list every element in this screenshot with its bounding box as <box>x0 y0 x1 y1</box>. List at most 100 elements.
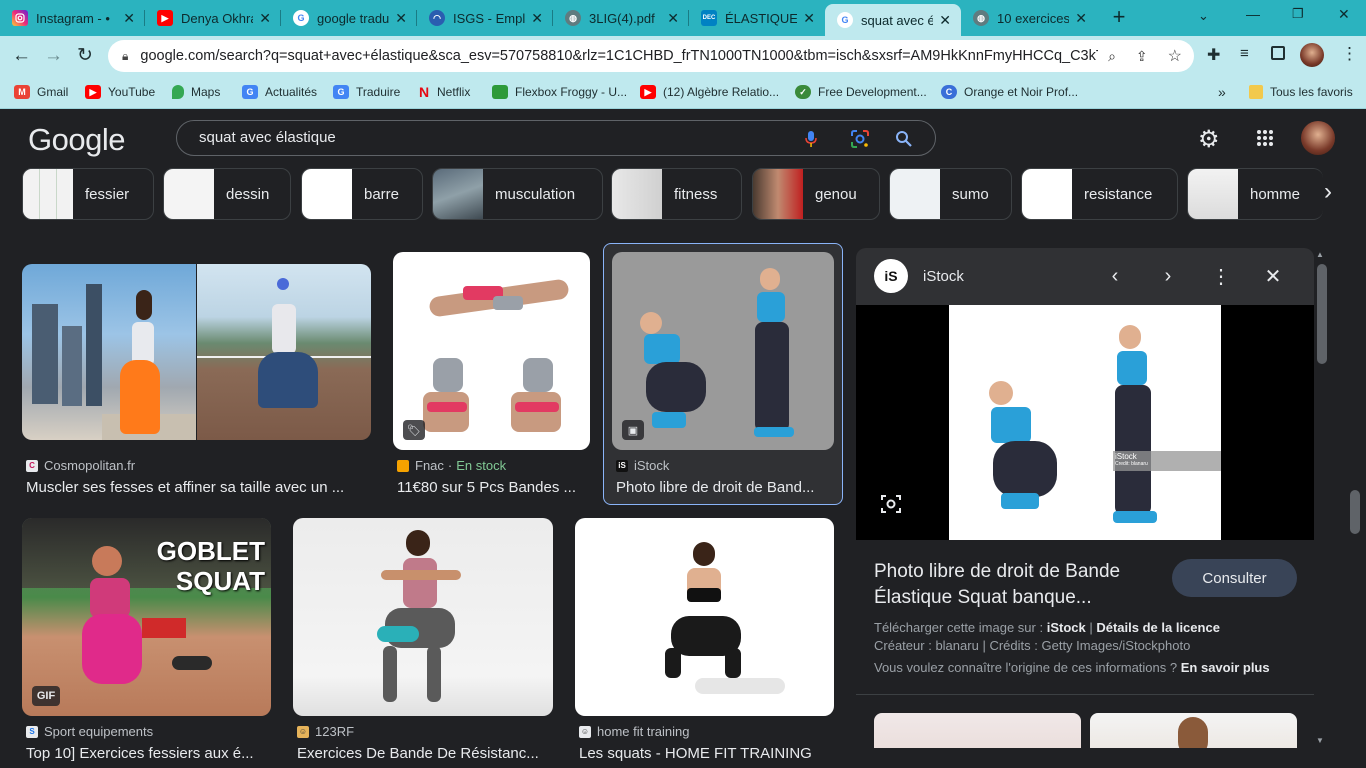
google-logo[interactable]: Google <box>28 122 125 158</box>
download-site-link[interactable]: iStock <box>1047 620 1086 635</box>
extensions-icon[interactable]: ✚ <box>1207 45 1220 65</box>
bookmark-canva[interactable]: C Orange et Noir Prof... <box>941 82 1078 102</box>
previous-chevron-icon[interactable]: ‹ <box>1103 264 1127 288</box>
bookmark-youtube[interactable]: ▶ YouTube <box>85 82 155 102</box>
new-tab-button[interactable]: + <box>1108 6 1130 28</box>
result-image[interactable] <box>22 264 371 440</box>
side-panel-icon[interactable] <box>1271 46 1285 60</box>
tab-google-translate[interactable]: G google tradu ✕ <box>281 4 417 32</box>
close-tab-icon[interactable]: ✕ <box>395 10 407 27</box>
result-source[interactable]: ☺ home fit training <box>579 724 690 739</box>
close-panel-icon[interactable]: ✕ <box>1261 264 1285 288</box>
bookmark-flexbox-froggy[interactable]: Flexbox Froggy - U... <box>492 82 627 102</box>
result-title[interactable]: Exercices De Bande De Résistanc... <box>297 745 553 762</box>
result-image[interactable] <box>575 518 834 716</box>
chip-sumo[interactable]: sumo <box>889 168 1012 220</box>
result-source[interactable]: ☺ 123RF <box>297 724 354 739</box>
account-avatar[interactable] <box>1301 121 1335 155</box>
bookmark-actualites[interactable]: G Actualités <box>242 82 317 102</box>
tab-isgs[interactable]: ◠ ISGS - Empl ✕ <box>417 4 553 32</box>
result-card[interactable]: ☺ 123RF Exercices De Bande De Résistanc..… <box>293 518 553 768</box>
related-image[interactable] <box>1090 713 1297 748</box>
istock-logo[interactable]: iS <box>874 259 908 293</box>
panel-title[interactable]: Photo libre de droit de Bande Élastique … <box>874 559 1164 611</box>
more-bookmarks-icon[interactable]: » <box>1218 82 1226 102</box>
result-source[interactable]: C Cosmopolitan.fr <box>26 458 135 473</box>
chips-next-chevron-icon[interactable]: › <box>1324 178 1332 206</box>
media-queue-icon[interactable]: ≡ <box>1240 45 1249 62</box>
tab-decathlon[interactable]: DEC ÉLASTIQUE ✕ <box>689 4 825 32</box>
chip-barre[interactable]: barre <box>301 168 423 220</box>
bookmark-maps[interactable]: Maps <box>172 82 220 102</box>
result-card[interactable]: GOBLET SQUAT GIF S Sport equipements Top … <box>22 518 272 768</box>
bookmark-free-development[interactable]: ✓ Free Development... <box>795 82 927 102</box>
url-text[interactable]: google.com/search?q=squat+avec+élastique… <box>140 48 1098 64</box>
close-tab-icon[interactable]: ✕ <box>803 10 815 27</box>
bookmark-netflix[interactable]: N Netflix <box>418 82 470 102</box>
bookmark-traduire[interactable]: G Traduire <box>333 82 400 102</box>
minimize-icon[interactable]: — <box>1246 6 1260 22</box>
microphone-icon[interactable] <box>805 130 817 148</box>
apps-grid-icon[interactable] <box>1256 129 1274 147</box>
close-tab-icon[interactable]: ✕ <box>667 10 679 27</box>
chip-genou[interactable]: genou <box>752 168 880 220</box>
close-tab-icon[interactable]: ✕ <box>531 10 543 27</box>
result-title[interactable]: 11€80 sur 5 Pcs Bandes ... <box>397 479 590 496</box>
result-card-selected[interactable]: ▣ iS iStock Photo libre de droit de Band.… <box>603 243 843 505</box>
search-box[interactable]: squat avec élastique <box>176 120 936 156</box>
result-source[interactable]: iS iStock <box>616 458 669 473</box>
result-card[interactable]: 🏷︎ Fnac · En stock 11€80 sur 5 Pcs Bandes … <box>393 252 590 502</box>
bookmark-gmail[interactable]: M Gmail <box>14 82 68 102</box>
more-options-icon[interactable]: ⋮ <box>1209 264 1233 288</box>
reload-icon[interactable]: ↻ <box>77 44 93 67</box>
tab-exercices[interactable]: ◍ 10 exercices ✕ <box>961 4 1097 32</box>
page-scrollbar-thumb[interactable] <box>1350 490 1360 534</box>
close-tab-icon[interactable]: ✕ <box>123 10 135 27</box>
result-title[interactable]: Top 10] Exercices fessiers aux é... <box>26 745 268 762</box>
close-tab-icon[interactable]: ✕ <box>939 12 951 29</box>
tab-youtube[interactable]: ▶ Denya Okhra ✕ <box>145 4 281 32</box>
chip-dessin[interactable]: dessin <box>163 168 291 220</box>
chip-resistance[interactable]: resistance <box>1021 168 1178 220</box>
settings-gear-icon[interactable]: ⚙ <box>1198 125 1220 154</box>
zoom-icon[interactable]: ⌕ <box>1108 48 1116 65</box>
panel-scrollbar-thumb[interactable] <box>1317 264 1327 364</box>
result-image[interactable]: 🏷︎ <box>393 252 590 450</box>
profile-avatar[interactable] <box>1300 43 1324 67</box>
restore-icon[interactable]: ❐ <box>1292 6 1304 22</box>
learn-more-link[interactable]: En savoir plus <box>1181 660 1270 675</box>
close-tab-icon[interactable]: ✕ <box>1075 10 1087 27</box>
all-bookmarks-folder[interactable]: Tous les favoris <box>1249 82 1353 102</box>
close-window-icon[interactable]: ✕ <box>1338 6 1350 23</box>
visit-button[interactable]: Consulter <box>1172 559 1297 597</box>
chip-homme[interactable]: homme <box>1187 168 1323 220</box>
menu-kebab-icon[interactable]: ⋮ <box>1341 44 1358 64</box>
next-chevron-icon[interactable]: › <box>1156 264 1180 288</box>
share-icon[interactable]: ⇪ <box>1136 48 1148 65</box>
lens-icon[interactable] <box>850 129 870 149</box>
result-source[interactable]: Fnac · En stock <box>397 458 506 473</box>
preview-image[interactable]: iStock Credit: blanaru <box>949 305 1221 540</box>
tab-google-search-active[interactable]: G squat avec é ✕ <box>825 4 961 36</box>
panel-source-name[interactable]: iStock <box>923 268 964 285</box>
close-tab-icon[interactable]: ✕ <box>259 10 271 27</box>
tab-search-chevron-icon[interactable]: ⌄ <box>1198 8 1209 24</box>
result-title[interactable]: Muscler ses fesses et affiner sa taille … <box>26 479 372 496</box>
tab-pdf[interactable]: ◍ 3LIG(4).pdf ✕ <box>553 4 689 32</box>
result-title[interactable]: Photo libre de droit de Band... <box>616 479 826 496</box>
result-title[interactable]: Les squats - HOME FIT TRAINING <box>579 745 835 762</box>
back-arrow-icon[interactable]: ← <box>12 45 31 67</box>
related-image[interactable] <box>874 713 1081 748</box>
result-card[interactable]: ☺ home fit training Les squats - HOME FIT… <box>575 518 835 768</box>
address-bar[interactable]: 🔒︎ google.com/search?q=squat+avec+élasti… <box>108 40 1194 72</box>
result-image[interactable]: ▣ <box>612 252 834 450</box>
bookmark-algebre[interactable]: ▶ (12) Algèbre Relatio... <box>640 82 779 102</box>
scroll-down-arrow-icon[interactable]: ▼ <box>1316 736 1324 745</box>
license-details-link[interactable]: Détails de la licence <box>1096 620 1220 635</box>
bookmark-star-icon[interactable]: ☆ <box>1168 46 1182 66</box>
result-source[interactable]: S Sport equipements <box>26 724 153 739</box>
search-input[interactable]: squat avec élastique <box>199 129 336 146</box>
chip-musculation[interactable]: musculation <box>432 168 603 220</box>
tab-instagram[interactable]: Instagram - • ✕ <box>0 4 145 32</box>
scroll-up-arrow-icon[interactable]: ▲ <box>1316 250 1324 259</box>
